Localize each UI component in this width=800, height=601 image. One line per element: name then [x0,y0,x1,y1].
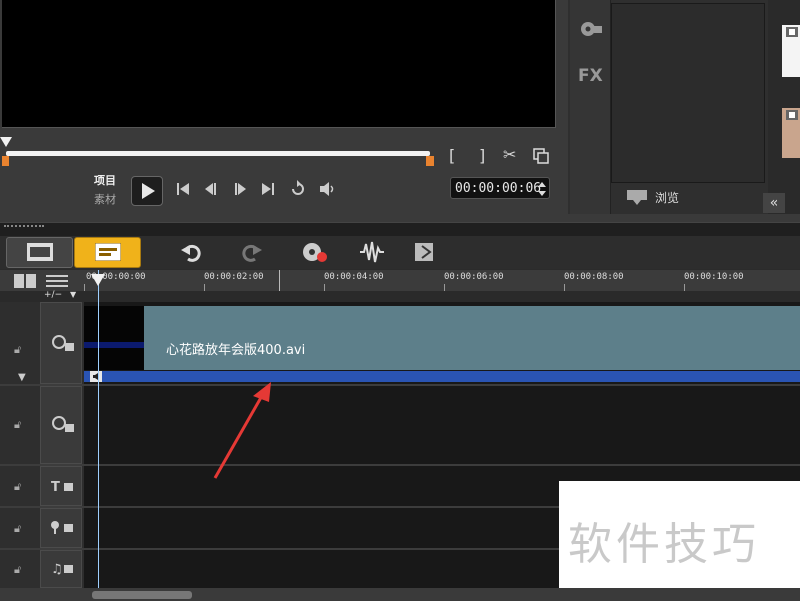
track-divider [0,384,800,386]
go-to-end-icon[interactable] [260,181,276,197]
trim-end-marker[interactable] [426,156,434,166]
track-divider [0,464,800,466]
ruler-tick-label: 00:00:04:00 [324,272,384,282]
audio-mixer-icon[interactable] [358,240,386,264]
collapse-panel-button[interactable]: « [763,193,785,213]
film-icon [786,110,798,120]
auto-music-icon[interactable] [414,240,440,264]
lock-icon[interactable]: 🔓︎ [14,418,21,432]
timecode-stepper[interactable] [536,180,548,198]
browse-button[interactable]: 浏览 [655,189,679,206]
svg-text:T: T [51,480,60,494]
lock-icon[interactable]: 🔓︎ [14,343,21,357]
record-capture-icon[interactable] [300,240,328,264]
mark-out-button[interactable]: ] [479,146,485,165]
play-button[interactable] [131,176,163,206]
next-frame-icon[interactable] [232,181,248,197]
track-manager-icon[interactable] [14,274,38,288]
list-icon[interactable] [46,274,68,288]
ruler-tick-label: 00:00:02:00 [204,272,264,282]
chevron-down-icon[interactable]: ▼ [70,290,76,299]
title-track-icon: T [51,480,73,494]
trim-start-marker[interactable] [2,156,9,166]
playhead-line[interactable] [98,270,99,588]
lock-icon[interactable]: 🔓︎ [14,522,21,536]
library-content [611,3,765,183]
lock-icon[interactable]: 🔓︎ [14,563,21,577]
clip-mode-label[interactable]: 素材 [94,191,116,207]
video-clip[interactable] [144,306,800,370]
undo-icon[interactable] [180,241,202,263]
scrollbar-thumb[interactable] [92,591,192,599]
speaker-icon [90,371,102,382]
go-to-start-icon[interactable] [175,181,191,197]
filmstrip-icon [27,243,53,261]
resize-grip[interactable] [4,225,44,230]
playhead-handle[interactable] [91,274,105,288]
music-note-icon: ♫ [51,562,73,576]
scissors-icon[interactable]: ✂ [503,145,516,164]
ruler-tick-label: 00:00:10:00 [684,272,744,282]
svg-text:♫: ♫ [51,562,63,576]
mark-in-button[interactable]: [ [449,146,455,165]
repeat-icon[interactable] [289,180,307,198]
ruler-tick-label: 00:00:06:00 [444,272,504,282]
scrubber-track[interactable] [6,151,430,156]
ruler-mark [279,270,280,291]
project-mode-label[interactable]: 项目 [94,172,116,188]
media-icon[interactable] [578,18,604,40]
previous-frame-icon[interactable] [203,181,219,197]
clip-thumbnail[interactable] [84,306,144,370]
clip-name: 心花路放年会版400.avi [166,343,306,358]
timecode-display[interactable]: 00:00:00:06 [450,177,550,199]
lock-icon[interactable]: 🔓︎ [14,480,21,494]
watermark-text: 软件技巧 [568,519,760,570]
video-track-icon [52,335,74,351]
storyboard-view-button[interactable] [6,237,73,268]
overlay-track-icon [52,416,74,432]
timeline-view-button[interactable] [74,237,141,268]
zoom-control[interactable]: +/− [44,290,62,300]
film-icon [786,27,798,37]
browse-icon [627,190,647,205]
play-icon [142,183,155,199]
volume-icon[interactable] [318,180,338,198]
microphone-icon [51,521,73,534]
clip-audio-bar[interactable] [84,371,800,382]
panel-divider[interactable] [0,222,800,237]
timeline-icon [95,243,121,261]
fx-icon[interactable]: FX [578,66,603,86]
redo-icon[interactable] [241,241,263,263]
ruler-tick-label: 00:00:08:00 [564,272,624,282]
copy-icon[interactable] [533,148,549,164]
scrubber-handle[interactable] [0,137,12,149]
preview-screen [2,0,556,128]
clip-thumbnail-detail [84,342,144,348]
ruler-subbar [0,291,800,302]
annotation-arrow [213,382,271,479]
expand-track-icon[interactable]: ▼ [18,372,26,383]
